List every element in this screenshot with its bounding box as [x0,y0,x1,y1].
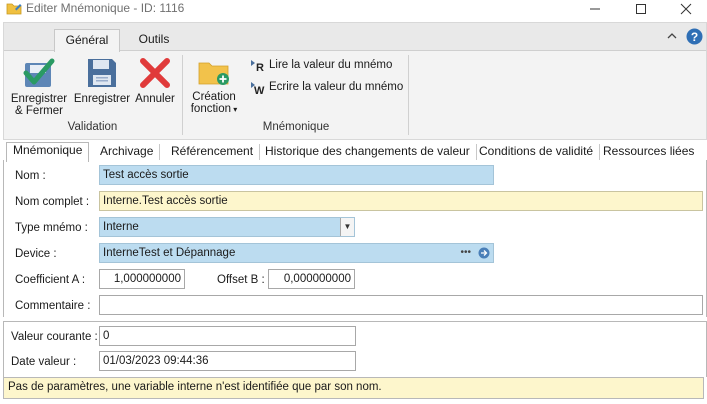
tab-historique[interactable]: Historique des changements de valeur [259,144,477,161]
tab-archivage[interactable]: Archivage [94,144,161,161]
coefficient-a-label: Coefficient A : [15,274,86,286]
write-w-icon: W [251,82,265,95]
nom-field[interactable]: Test accès sortie [99,165,494,185]
maximize-icon [636,4,646,14]
tab-mnemonique[interactable]: Mnémonique [6,142,90,162]
save-close-label-line2: & Fermer [15,105,63,117]
write-value-button[interactable]: W Ecrire la valeur du mnémo [250,79,403,95]
ellipsis-icon[interactable]: ••• [460,244,471,262]
info-status-bar: Pas de paramètres, une variable interne … [3,377,704,399]
svg-text:W: W [254,85,265,95]
group-separator [408,55,409,135]
help-icon[interactable]: ? [686,28,703,48]
ribbon-tab-bar: Général Outils ? [4,23,706,52]
device-value: InterneTest et Dépannage [103,247,236,259]
write-value-label: Ecrire la valeur du mnémo [269,81,404,93]
svg-text:?: ? [691,30,698,44]
device-field[interactable]: InterneTest et Dépannage ••• [99,243,494,263]
form-tab-bar: Mnémonique Archivage Référencement Histo… [3,141,707,162]
valeur-courante-field[interactable]: 0 [99,326,356,346]
date-valeur-label: Date valeur : [11,356,77,368]
mnemonique-group-label: Mnémonique [262,121,330,133]
read-r-icon: R [251,60,264,73]
nom-complet-field[interactable]: Interne.Test accès sortie [99,191,703,211]
close-button[interactable] [663,0,707,18]
dropdown-arrow-icon: ▾ [231,105,238,114]
ribbon: Général Outils ? Enregistrer & Fermer En… [3,22,707,140]
creation-label-line1: Création [192,91,236,103]
creation-fonction-button[interactable]: Création fonction ▾ [186,57,242,116]
group-separator [182,55,183,135]
collapse-ribbon-icon[interactable] [666,30,678,45]
window-title: Editer Mnémonique - ID: 1116 [26,1,185,15]
title-bar: Editer Mnémonique - ID: 1116 [0,0,707,18]
save-close-button[interactable]: Enregistrer & Fermer [7,57,71,117]
device-label: Device : [15,248,57,260]
save-close-label-line1: Enregistrer [10,93,68,105]
type-mnemo-select[interactable]: Interne ▼ [99,217,355,237]
chevron-down-icon[interactable]: ▼ [340,218,354,236]
read-value-button[interactable]: R Lire la valeur du mnémo [250,57,392,73]
offset-b-label: Offset B : [217,274,265,286]
nom-complet-label: Nom complet : [15,196,90,208]
tab-conditions-validite[interactable]: Conditions de validité [473,144,601,161]
minimize-button[interactable] [572,0,618,18]
folder-add-icon [198,62,229,85]
cancel-button[interactable]: Annuler [132,57,178,105]
tab-outils[interactable]: Outils [126,29,182,52]
svg-text:R: R [256,62,264,73]
save-close-icon [23,58,55,87]
minimize-icon [590,8,600,10]
save-label: Enregistrer [73,93,131,105]
read-value-label: Lire la valeur du mnémo [269,59,393,71]
close-icon [680,3,692,15]
mnemonique-form-panel: Nom : Test accès sortie Nom complet : In… [3,160,707,317]
tab-general[interactable]: Général [54,29,120,52]
type-mnemo-value: Interne [103,221,139,233]
offset-b-field[interactable]: 0,000000000 [268,269,355,289]
cancel-x-icon [140,58,170,88]
creation-label-line2: fonction [190,103,232,115]
commentaire-field[interactable] [99,295,703,315]
cancel-label: Annuler [135,93,175,105]
coefficient-a-field[interactable]: 1,000000000 [99,269,185,289]
tab-referencement[interactable]: Référencement [165,144,261,161]
nom-label: Nom : [15,170,46,182]
maximize-button[interactable] [618,0,664,18]
save-button[interactable]: Enregistrer [72,57,132,105]
commentaire-label: Commentaire : [15,300,91,312]
folder-app-icon [6,2,22,15]
navigate-arrow-icon[interactable] [478,247,490,262]
valeur-courante-label: Valeur courante : [11,331,98,343]
validation-group-label: Validation [67,121,118,133]
floppy-disk-icon [88,59,116,87]
current-value-section: Valeur courante : 0 Date valeur : 01/03/… [3,321,707,377]
type-mnemo-label: Type mnémo : [15,222,88,234]
date-valeur-field[interactable]: 01/03/2023 09:44:36 [99,351,356,371]
tab-ressources-liees[interactable]: Ressources liées [597,144,700,161]
